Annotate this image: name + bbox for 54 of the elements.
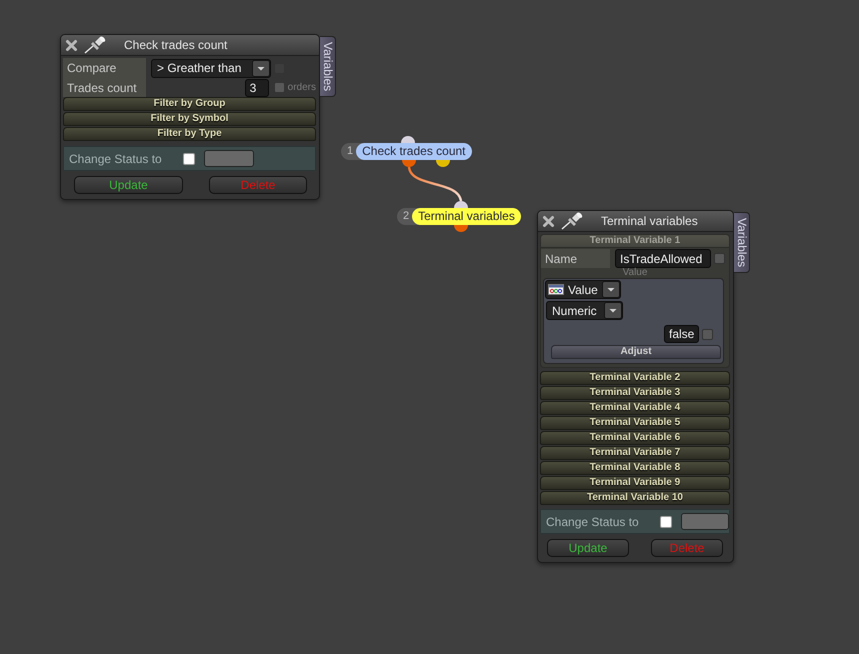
caret-icon[interactable] [602,281,620,298]
status-label: Change Status to [69,152,163,166]
close-icon[interactable] [542,214,555,228]
source-dropdown[interactable]: Value [545,280,621,299]
checkbox[interactable] [274,82,285,93]
output-port-icon[interactable] [436,160,450,167]
output-port-icon[interactable] [402,160,416,167]
status-label: Change Status to [546,514,640,528]
node-label[interactable]: Terminal variables [412,208,521,225]
checkbox[interactable] [714,253,725,264]
checkbox[interactable] [183,152,195,164]
value-field[interactable]: false [664,325,699,343]
status-field[interactable] [204,150,254,167]
pin-icon[interactable] [561,212,584,230]
type-dropdown[interactable]: Numeric [546,301,623,320]
section-header[interactable]: Terminal Variable 2 [540,371,730,385]
close-icon[interactable] [65,38,78,52]
variables-tab[interactable]: Variables [734,212,750,274]
section-header[interactable]: Terminal Variable 8 [540,461,730,475]
section-header[interactable]: Filter by Symbol [63,112,316,126]
output-port-icon[interactable] [454,225,468,232]
adjust-button[interactable]: Adjust [551,345,721,359]
section-header[interactable]: Terminal Variable 3 [540,386,730,400]
status-field[interactable] [681,513,729,530]
caret-icon[interactable] [252,60,270,76]
panel-title: Terminal variables [601,214,698,228]
field-label: Name [541,249,610,268]
section-header[interactable]: Terminal Variable 9 [540,476,730,490]
node-label[interactable]: Check trades count [356,143,472,160]
section-header[interactable]: Terminal Variable 4 [540,401,730,415]
pin-icon[interactable] [84,36,107,54]
name-input[interactable]: IsTradeAllowed [615,249,711,268]
section-header[interactable]: Filter by Group [63,97,316,111]
input-port-icon[interactable] [401,136,415,143]
unit-label: orders [288,82,316,93]
input-port-icon[interactable] [454,201,468,208]
checkbox[interactable] [702,328,713,340]
update-button[interactable]: Update [74,176,183,194]
count-input[interactable]: 3 [244,78,269,96]
dots-icon [548,284,564,295]
variables-tab[interactable]: Variables [320,36,336,98]
field-label: Compare [63,58,146,78]
update-button[interactable]: Update [547,539,629,557]
section-header[interactable]: Terminal Variable 7 [540,446,730,460]
section-header[interactable]: Terminal Variable 5 [540,416,730,430]
section-header[interactable]: Filter by Type [63,127,316,141]
section-header[interactable]: Terminal Variable 10 [540,491,730,505]
value-caption: Value [622,268,648,278]
section-header[interactable]: Terminal Variable 6 [540,431,730,445]
field-label: Trades count [63,78,146,97]
connector-line [408,166,462,202]
caret-icon[interactable] [604,302,622,319]
panel-title: Check trades count [124,38,228,52]
checkbox[interactable] [660,516,672,528]
